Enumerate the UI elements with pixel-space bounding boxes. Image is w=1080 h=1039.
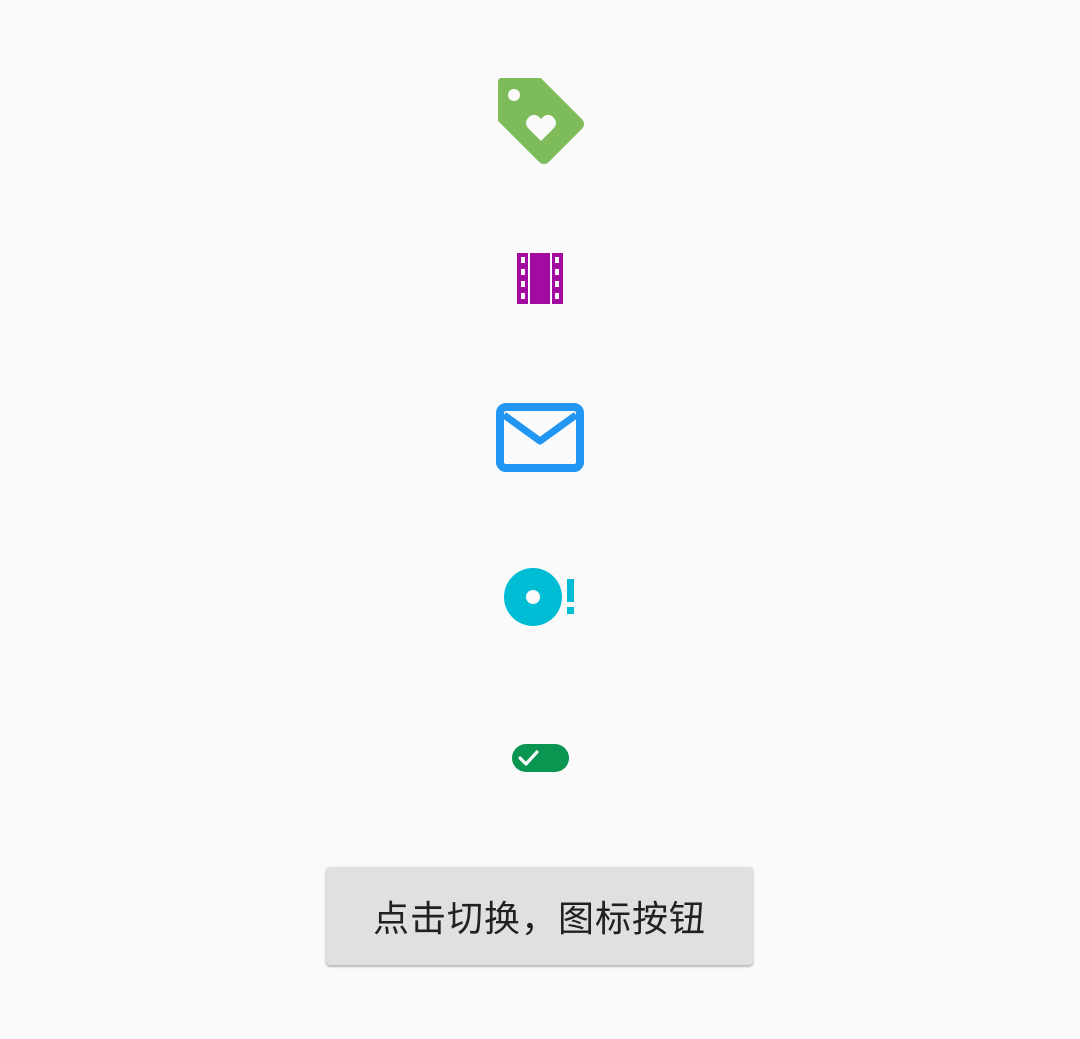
toggle-check-icon [512,744,569,772]
switch-icon-button[interactable]: 点击切换，图标按钮 [326,867,753,965]
tag-heart-icon [498,78,584,164]
mail-outline-icon [496,403,584,472]
disc-alert-icon [504,568,574,626]
film-strip-icon [517,253,563,304]
switch-icon-button-label: 点击切换，图标按钮 [372,899,706,940]
